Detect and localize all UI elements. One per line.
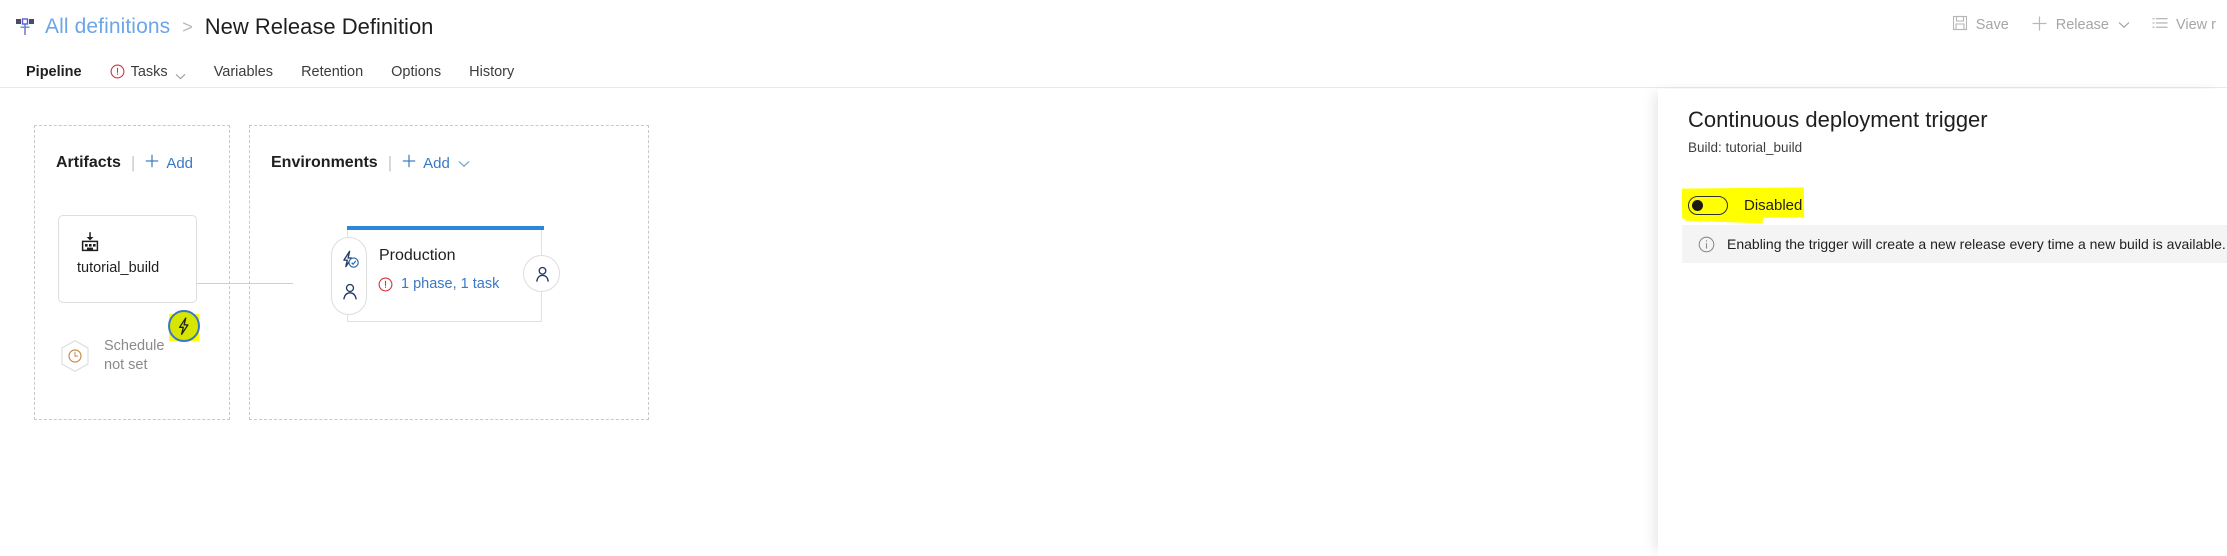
artifact-node-tutorial-build[interactable]: tutorial_build: [58, 215, 197, 303]
schedule-line-1: Schedule: [104, 338, 165, 354]
error-icon: [378, 277, 393, 292]
release-pipeline-icon: [14, 16, 36, 38]
environment-status-bar: [347, 226, 544, 230]
clock-icon: [58, 339, 92, 373]
chevron-down-icon: [175, 68, 186, 80]
tab-pipeline[interactable]: Pipeline: [12, 55, 96, 91]
save-button[interactable]: Save: [1941, 9, 2020, 41]
breadcrumb: All definitions > New Release Definition: [14, 10, 433, 44]
warning-icon: [110, 64, 125, 79]
artifacts-panel-header: Artifacts | Add: [56, 151, 193, 175]
artifacts-title: Artifacts: [56, 154, 121, 171]
view-releases-button-label: View r: [2175, 17, 2216, 33]
build-artifact-icon: [78, 230, 102, 254]
release-button[interactable]: Release: [2020, 9, 2141, 41]
environments-divider: |: [387, 153, 393, 172]
tab-variables-label: Variables: [213, 63, 274, 80]
continuous-deployment-trigger-panel: Continuous deployment trigger Build: tut…: [1658, 89, 2227, 556]
cd-trigger-toggle[interactable]: Disabled: [1688, 191, 1802, 219]
person-icon: [340, 282, 360, 302]
tab-bar: Pipeline Tasks Variables Retention Optio…: [12, 52, 528, 91]
tab-tasks[interactable]: Tasks: [96, 55, 200, 88]
plus-icon: [2031, 15, 2048, 36]
panel-subtitle: Build: tutorial_build: [1688, 140, 1803, 155]
schedule-trigger-node[interactable]: Schedule not set: [58, 337, 164, 375]
artifact-name: tutorial_build: [77, 260, 160, 276]
panel-title: Continuous deployment trigger: [1688, 107, 1988, 132]
add-environment-button[interactable]: Add: [402, 154, 470, 172]
environment-name: Production: [379, 247, 456, 264]
add-artifact-label: Add: [166, 154, 194, 172]
artifacts-divider: |: [130, 153, 136, 172]
schedule-status-text: Schedule not set: [104, 337, 164, 375]
view-releases-button[interactable]: View r: [2141, 9, 2227, 41]
toggle-switch[interactable]: [1688, 195, 1728, 215]
post-deployment-conditions-button[interactable]: [523, 255, 560, 292]
lightning-bolt-icon: [168, 310, 200, 342]
toggle-state-label: Disabled: [1744, 196, 1803, 214]
toggle-knob: [1692, 199, 1703, 211]
tab-options[interactable]: Options: [377, 55, 455, 88]
pre-deployment-conditions-button[interactable]: [331, 237, 367, 315]
tab-options-label: Options: [391, 63, 442, 80]
tab-history-label: History: [469, 63, 515, 80]
add-artifact-button[interactable]: Add: [145, 154, 193, 172]
tab-history[interactable]: History: [455, 55, 528, 88]
environment-status-row[interactable]: 1 phase, 1 task: [378, 276, 499, 292]
info-icon: [1698, 236, 1715, 253]
header-actions: Save Release View r: [1941, 8, 2227, 42]
save-button-label: Save: [1975, 17, 2009, 33]
person-icon: [533, 265, 552, 284]
pipeline-canvas: Artifacts | Add tutorial_build Schedule …: [0, 89, 1658, 556]
schedule-line-2: not set: [104, 357, 148, 374]
chevron-down-icon: [2118, 17, 2130, 33]
environment-node-production[interactable]: Production 1 phase, 1 task: [347, 226, 544, 322]
list-icon: [2152, 15, 2168, 35]
save-icon: [1952, 15, 1968, 35]
continuous-deployment-trigger-badge[interactable]: [168, 310, 200, 342]
environments-title: Environments: [271, 154, 378, 171]
lightning-check-icon: [339, 249, 361, 271]
breadcrumb-separator: >: [182, 16, 193, 37]
tab-variables[interactable]: Variables: [200, 55, 287, 88]
tab-retention[interactable]: Retention: [287, 55, 377, 88]
page-title: New Release Definition: [204, 14, 434, 39]
environments-panel-header: Environments | Add: [271, 151, 470, 175]
add-environment-label: Add: [423, 154, 450, 172]
page-header: All definitions > New Release Definition…: [0, 0, 2227, 91]
info-message-text: Enabling the trigger will create a new r…: [1727, 236, 2226, 252]
breadcrumb-all-definitions-link[interactable]: All definitions: [45, 15, 170, 39]
tab-pipeline-label: Pipeline: [26, 63, 82, 80]
info-message-bar: Enabling the trigger will create a new r…: [1682, 225, 2227, 263]
tab-tasks-label: Tasks: [130, 63, 168, 80]
chevron-down-icon: [458, 155, 470, 172]
plus-icon: [145, 154, 159, 172]
tab-retention-label: Retention: [301, 63, 364, 80]
environment-status-text: 1 phase, 1 task: [401, 276, 500, 292]
release-definition-page: All definitions > New Release Definition…: [0, 0, 2227, 556]
release-button-label: Release: [2055, 17, 2109, 33]
plus-icon: [402, 154, 416, 172]
